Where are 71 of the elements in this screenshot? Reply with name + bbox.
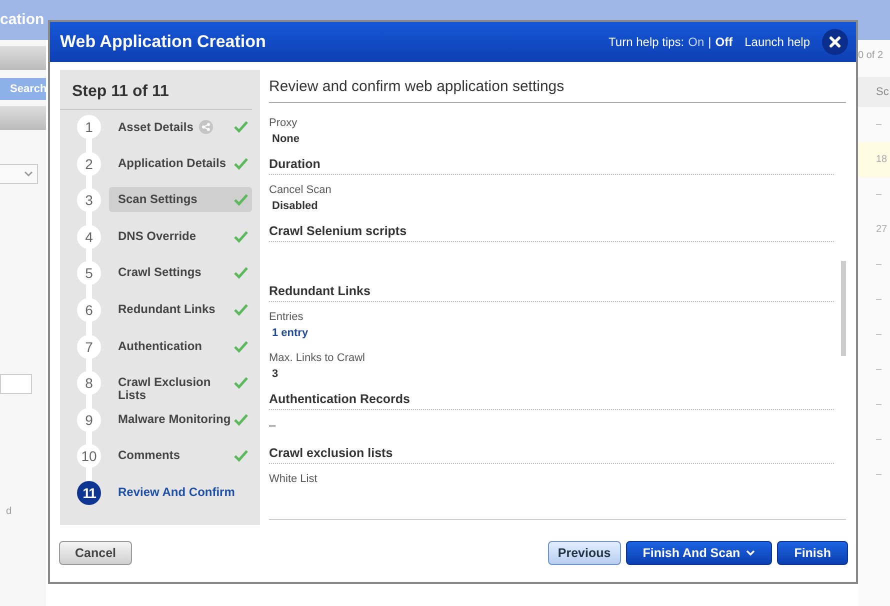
step-item[interactable]: Crawl Settings: [109, 260, 252, 286]
step-item[interactable]: Asset Details: [109, 114, 252, 140]
caret-icon: [24, 171, 33, 177]
step-number: 1: [77, 115, 101, 139]
section-heading: Authentication Records: [269, 392, 834, 410]
step-item[interactable]: Authentication: [109, 334, 252, 359]
section-heading: Duration: [269, 157, 834, 175]
help-tips-option[interactable]: Off: [715, 35, 733, 49]
table-cell-text: –: [875, 293, 883, 307]
step-number: 11: [77, 480, 101, 505]
step-counter: Step 11 of 11: [60, 70, 252, 110]
app-title: cation: [0, 12, 44, 28]
table-cell-text: –: [875, 398, 883, 412]
separator-text: |: [708, 35, 712, 49]
empty-value: –: [269, 418, 277, 432]
step-number: 8: [77, 371, 101, 396]
entries-link[interactable]: 1 entry: [269, 327, 834, 339]
step-item[interactable]: Crawl Exclusion Lists: [109, 370, 252, 408]
dialog-title: Web Application Creation: [60, 32, 266, 52]
step-item[interactable]: Malware Monitoring: [109, 406, 252, 432]
table-cell-text: –: [875, 118, 883, 132]
step-number: 9: [77, 408, 101, 432]
field-value: Disabled: [271, 200, 319, 212]
step-item[interactable]: DNS Override: [109, 224, 252, 249]
table-cell-text: 27: [875, 223, 888, 237]
dropdown-field[interactable]: [0, 164, 38, 184]
section-heading: Crawl exclusion lists: [269, 446, 834, 464]
step-item[interactable]: Redundant Links: [109, 296, 252, 322]
dialog-button[interactable]: Cancel: [59, 541, 132, 565]
scrollbar[interactable]: [841, 261, 846, 356]
step-number: 6: [77, 298, 101, 322]
table-cell: 18: [858, 142, 890, 177]
step-item[interactable]: Comments: [109, 443, 252, 468]
dialog-button[interactable]: Finish: [777, 541, 848, 565]
step-item[interactable]: Application Details: [109, 150, 252, 176]
step-item[interactable]: Review And Confirm: [109, 480, 252, 505]
table-cell-text: –: [875, 258, 883, 272]
step-number: 4: [77, 224, 101, 249]
field-label: Cancel Scan: [269, 183, 332, 197]
dialog-button[interactable]: Finish And Scan: [626, 541, 772, 565]
help-tips-option[interactable]: On: [688, 35, 704, 49]
field-label: Entries: [269, 310, 304, 324]
step-number: 5: [77, 261, 101, 286]
pager-text: 0 of 2: [858, 50, 884, 61]
content-title: Review and confirm web application settings: [269, 70, 846, 103]
launch-help-link[interactable]: Launch help: [744, 35, 810, 49]
help-tips-label: Turn help tips:: [608, 35, 684, 49]
footer-text: d: [5, 506, 13, 517]
input-field[interactable]: [0, 374, 32, 394]
section-heading: Redundant Links: [269, 284, 834, 302]
table-cell-text: –: [875, 328, 883, 342]
dialog-button[interactable]: Previous: [548, 541, 621, 565]
section-heading: Crawl Selenium scripts: [269, 224, 834, 242]
step-number: 2: [77, 152, 101, 176]
field-label: Proxy: [269, 116, 298, 130]
step-number: 3: [77, 188, 101, 212]
toolbar: [0, 106, 46, 130]
step-item[interactable]: Scan Settings: [109, 187, 252, 212]
toolbar: [0, 46, 46, 70]
table-cell-text: –: [875, 433, 883, 447]
step-number: 7: [77, 334, 101, 359]
step-number: 10: [77, 444, 101, 468]
table-cell-text: –: [875, 468, 883, 482]
close-icon[interactable]: [822, 29, 848, 55]
field-label: White List: [269, 472, 318, 486]
table-cell-text: –: [875, 188, 883, 202]
field-value: 3: [271, 368, 280, 380]
column-header: Sc: [858, 77, 890, 107]
table-cell-text: –: [875, 363, 883, 377]
field-label: Max. Links to Crawl: [269, 351, 366, 365]
field-value: None: [271, 133, 300, 145]
